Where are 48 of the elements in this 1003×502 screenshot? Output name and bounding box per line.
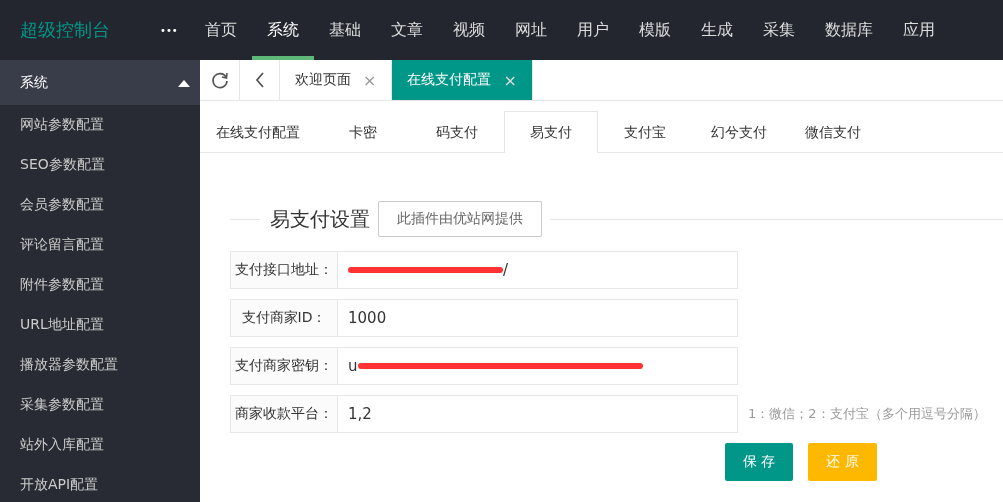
caret-icon: [178, 78, 190, 87]
nav-item[interactable]: 生成: [686, 0, 748, 60]
nav-item[interactable]: 文章: [376, 0, 438, 60]
input-field[interactable]: 1000: [338, 299, 738, 337]
nav-item[interactable]: 模版: [624, 0, 686, 60]
settings-tab[interactable]: 卡密: [316, 111, 410, 153]
sidebar-section[interactable]: 系统: [0, 60, 200, 105]
sidebar-item[interactable]: 会员参数配置: [0, 185, 200, 225]
more-menu[interactable]: •••: [160, 24, 180, 36]
nav-item[interactable]: 应用: [888, 0, 950, 60]
sidebar-item[interactable]: 网站参数配置: [0, 105, 200, 145]
back-icon: [253, 71, 266, 89]
brand-title: 超级控制台: [20, 18, 111, 42]
save-button[interactable]: 保 存: [725, 443, 794, 481]
section-title: 易支付设置: [269, 205, 371, 233]
nav-item[interactable]: 用户: [562, 0, 624, 60]
nav-item[interactable]: 数据库: [810, 0, 888, 60]
settings-tab[interactable]: 在线支付配置: [200, 111, 316, 153]
sidebar-item[interactable]: 播放器参数配置: [0, 345, 200, 385]
field-label: 支付接口地址：: [230, 251, 338, 289]
sidebar-item[interactable]: 附件参数配置: [0, 265, 200, 305]
field-label: 支付商家密钥：: [230, 347, 338, 385]
settings-tab[interactable]: 微信支付: [786, 111, 880, 153]
nav-item[interactable]: 采集: [748, 0, 810, 60]
settings-tab[interactable]: 易支付: [504, 111, 598, 153]
nav-item[interactable]: 基础: [314, 0, 376, 60]
input-field[interactable]: u: [338, 347, 738, 385]
field-hint: 1：微信；2：支付宝（多个用逗号分隔）: [748, 405, 986, 423]
input-field[interactable]: 1,2: [338, 395, 738, 433]
sidebar-item[interactable]: 站外入库配置: [0, 425, 200, 465]
sidebar-item[interactable]: 采集参数配置: [0, 385, 200, 425]
section-title: 系统: [20, 73, 48, 92]
sidebar-item[interactable]: 评论留言配置: [0, 225, 200, 265]
settings-tab[interactable]: 支付宝: [598, 111, 692, 153]
settings-tab[interactable]: 码支付: [410, 111, 504, 153]
field-label: 商家收款平台：: [230, 395, 338, 433]
sidebar-item[interactable]: URL地址配置: [0, 305, 200, 345]
nav-item[interactable]: 视频: [438, 0, 500, 60]
settings-tab[interactable]: 幻兮支付: [692, 111, 786, 153]
nav-item[interactable]: 首页: [190, 0, 252, 60]
refresh-icon: [209, 70, 230, 90]
nav-item[interactable]: 网址: [500, 0, 562, 60]
input-field[interactable]: /: [338, 251, 738, 289]
field-label: 支付商家ID：: [230, 299, 338, 337]
sidebar-item[interactable]: 开放API配置: [0, 465, 200, 502]
sidebar-item[interactable]: SEO参数配置: [0, 145, 200, 185]
page-tab[interactable]: 在线支付配置 ×: [392, 60, 533, 100]
plugin-note: 此插件由优站网提供: [378, 201, 542, 237]
